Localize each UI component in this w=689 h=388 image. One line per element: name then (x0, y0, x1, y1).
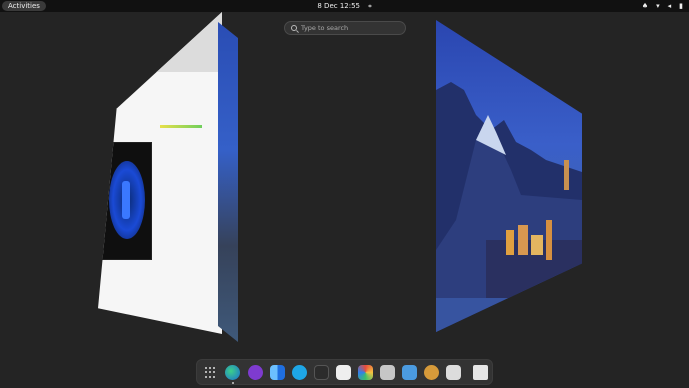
battery-icon: ▮ (679, 2, 683, 10)
clock[interactable]: 8 Dec 12:55 ⌗ (0, 0, 689, 13)
terminal-icon[interactable] (314, 365, 329, 380)
search-input[interactable] (301, 22, 401, 34)
system-tray[interactable]: ♠ ▾ ◂ ▮ (642, 0, 683, 12)
page-image (102, 142, 152, 260)
edge-icon[interactable] (225, 365, 240, 380)
browser-window-thumbnail[interactable] (98, 12, 222, 334)
finder-icon[interactable] (270, 365, 285, 380)
running-indicator (232, 382, 234, 384)
trash-icon[interactable] (473, 365, 488, 380)
archive-icon[interactable] (380, 365, 395, 380)
show-apps-icon[interactable] (203, 365, 218, 380)
tor-icon[interactable] (248, 365, 263, 380)
browser-toolbar (98, 12, 222, 72)
reader-icon[interactable] (402, 365, 417, 380)
text-editor-icon[interactable] (336, 365, 351, 380)
page-sidebar (160, 112, 204, 132)
skype-icon[interactable] (292, 365, 307, 380)
wifi-icon: ▾ (656, 2, 660, 10)
date-time: 8 Dec 12:55 (317, 2, 360, 10)
search-bar[interactable] (284, 21, 406, 35)
burger-icon[interactable] (424, 365, 439, 380)
volume-icon: ◂ (667, 2, 672, 10)
photos-icon[interactable] (358, 365, 373, 380)
screenshot-icon[interactable] (446, 365, 461, 380)
workspace-right-thumbnail[interactable] (436, 20, 582, 332)
workspace-left-edge[interactable] (218, 22, 238, 342)
dock (196, 359, 493, 385)
search-icon (291, 25, 297, 31)
top-bar: Activities 8 Dec 12:55 ⌗ ♠ ▾ ◂ ▮ (0, 0, 689, 12)
wallpaper-lake-town (436, 82, 582, 332)
notification-icon: ⌗ (368, 3, 372, 10)
accessibility-icon[interactable]: ♠ (642, 0, 648, 12)
progress-bar-graphic (160, 125, 202, 128)
